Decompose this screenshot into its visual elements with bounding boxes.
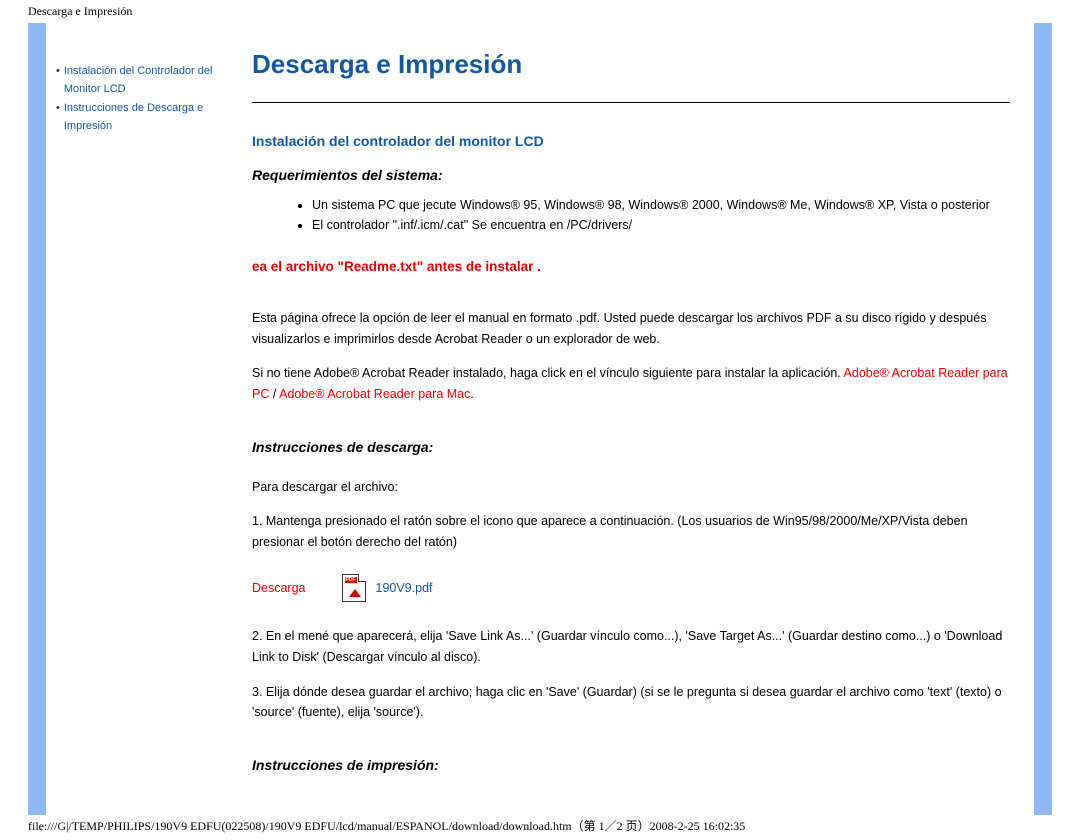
requirements-list: Un sistema PC que jecute Windows® 95, Wi… xyxy=(252,195,1010,235)
acrobat-prefix: Si no tiene Adobe® Acrobat Reader instal… xyxy=(252,366,844,380)
divider xyxy=(252,102,1010,103)
bullet-icon: • xyxy=(56,63,60,81)
section-install-heading: Instalación del controlador del monitor … xyxy=(252,133,1010,149)
suffix: . xyxy=(470,387,473,401)
download-step-2: 2. En el mené que aparecerá, elija 'Save… xyxy=(252,626,1010,667)
page-title: Descarga e Impresión xyxy=(252,49,1010,80)
list-item: El controlador ".inf/.icm/.cat" Se encue… xyxy=(312,215,1010,235)
readme-warning: ea el archivo "Readme.txt" antes de inst… xyxy=(252,259,1010,274)
sidebar: • Instalación del Controlador del Monito… xyxy=(46,23,234,815)
bullet-icon: • xyxy=(56,100,60,118)
footer-path: file:///G|/TEMP/PHILIPS/190V9 EDFU(02250… xyxy=(0,815,1080,840)
download-row: Descarga PDF 190V9.pdf xyxy=(252,574,1010,602)
download-step-3: 3. Elija dónde desea guardar el archivo;… xyxy=(252,682,1010,723)
requirements-heading: Requerimientos del sistema: xyxy=(252,167,1010,183)
sidebar-item-install[interactable]: • Instalación del Controlador del Monito… xyxy=(56,63,228,98)
content-area: Descarga e Impresión Instalación del con… xyxy=(234,23,1034,815)
download-intro: Para descargar el archivo: xyxy=(252,477,1010,498)
acrobat-paragraph: Si no tiene Adobe® Acrobat Reader instal… xyxy=(252,363,1010,404)
page-frame: • Instalación del Controlador del Monito… xyxy=(28,23,1052,815)
doc-header-title: Descarga e Impresión xyxy=(0,0,1080,23)
intro-paragraph: Esta página ofrece la opción de leer el … xyxy=(252,308,1010,349)
pdf-icon: PDF xyxy=(342,574,366,602)
pdf-filename-link[interactable]: 190V9.pdf xyxy=(376,581,433,595)
sidebar-item-instructions[interactable]: • Instrucciones de Descarga e Impresión xyxy=(56,100,228,135)
print-heading: Instrucciones de impresión: xyxy=(252,757,1010,773)
list-item: Un sistema PC que jecute Windows® 95, Wi… xyxy=(312,195,1010,215)
sidebar-link[interactable]: Instrucciones de Descarga e Impresión xyxy=(64,100,228,135)
separator: / xyxy=(269,387,279,401)
sidebar-link[interactable]: Instalación del Controlador del Monitor … xyxy=(64,63,228,98)
download-step-1: 1. Mantenga presionado el ratón sobre el… xyxy=(252,511,1010,552)
pdf-download-link[interactable]: PDF 190V9.pdf xyxy=(342,574,433,602)
download-label: Descarga xyxy=(252,581,306,595)
acrobat-mac-link[interactable]: Adobe® Acrobat Reader para Mac xyxy=(279,387,470,401)
download-heading: Instrucciones de descarga: xyxy=(252,439,1010,455)
